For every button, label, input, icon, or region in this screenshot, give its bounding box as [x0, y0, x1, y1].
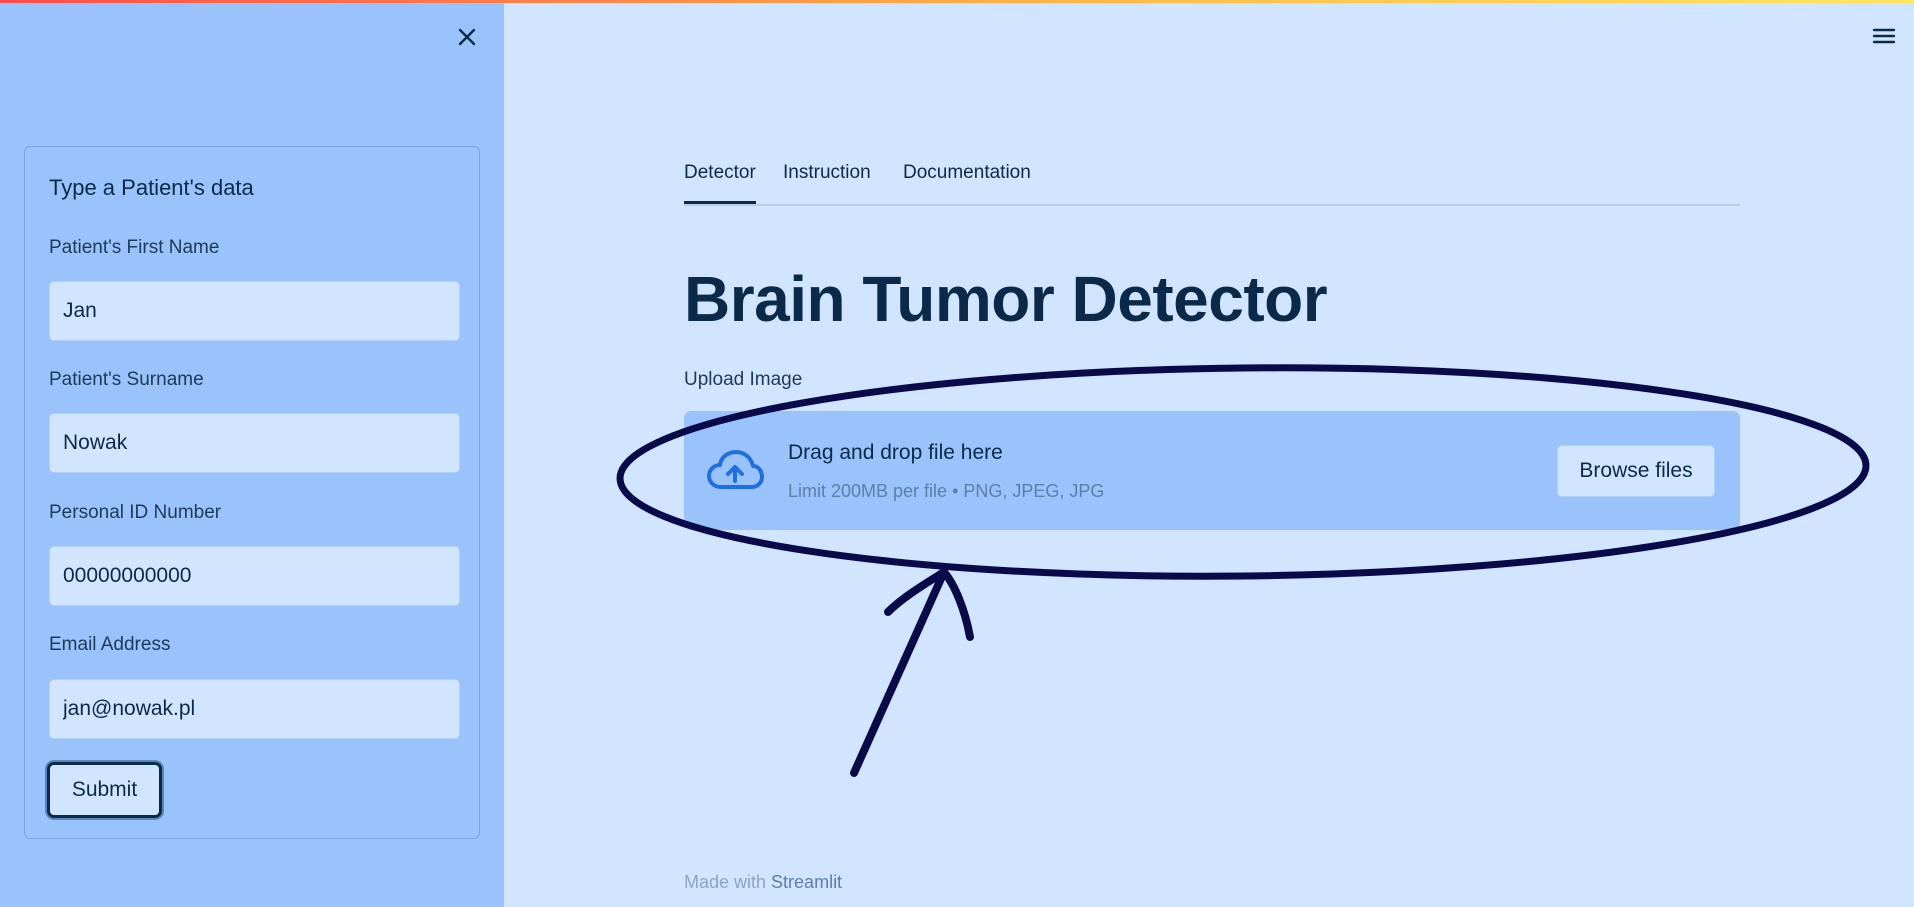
surname-label: Patient's Surname	[49, 369, 204, 390]
personal-id-input[interactable]	[49, 546, 460, 606]
main-menu-button[interactable]	[1870, 24, 1898, 48]
personal-id-label: Personal ID Number	[49, 502, 222, 523]
close-sidebar-button[interactable]	[452, 22, 482, 52]
tab-bar: Detector Instruction Documentation	[684, 158, 1740, 206]
tab-instruction[interactable]: Instruction	[783, 162, 871, 204]
form-title: Type a Patient's data	[49, 175, 254, 200]
footer-prefix: Made with	[684, 872, 772, 892]
tab-detector[interactable]: Detector	[684, 162, 756, 204]
surname-input[interactable]	[49, 413, 460, 473]
email-label: Email Address	[49, 634, 171, 655]
submit-button[interactable]: Submit	[47, 762, 162, 818]
top-decoration-bar	[0, 0, 1914, 3]
email-input[interactable]	[49, 679, 460, 739]
close-icon	[458, 28, 476, 46]
hamburger-menu-icon	[1872, 28, 1896, 44]
drop-instruction: Drag and drop file here	[788, 441, 1003, 464]
streamlit-link[interactable]: Streamlit	[771, 872, 842, 892]
upload-limit-text: Limit 200MB per file • PNG, JPEG, JPG	[788, 481, 1105, 501]
first-name-label: Patient's First Name	[49, 237, 220, 258]
browse-files-button[interactable]: Browse files	[1557, 445, 1715, 497]
footer: Made with Streamlit	[684, 872, 842, 893]
upload-label: Upload Image	[684, 369, 803, 390]
patient-form: Type a Patient's data Patient's First Na…	[24, 146, 480, 839]
file-dropzone[interactable]: Drag and drop file here Limit 200MB per …	[684, 411, 1740, 530]
tab-documentation[interactable]: Documentation	[903, 162, 1031, 204]
page-title: Brain Tumor Detector	[684, 263, 1328, 335]
cloud-upload-icon	[707, 450, 764, 489]
sidebar: Type a Patient's data Patient's First Na…	[0, 0, 504, 907]
first-name-input[interactable]	[49, 281, 460, 341]
annotation-arrow	[850, 568, 974, 777]
